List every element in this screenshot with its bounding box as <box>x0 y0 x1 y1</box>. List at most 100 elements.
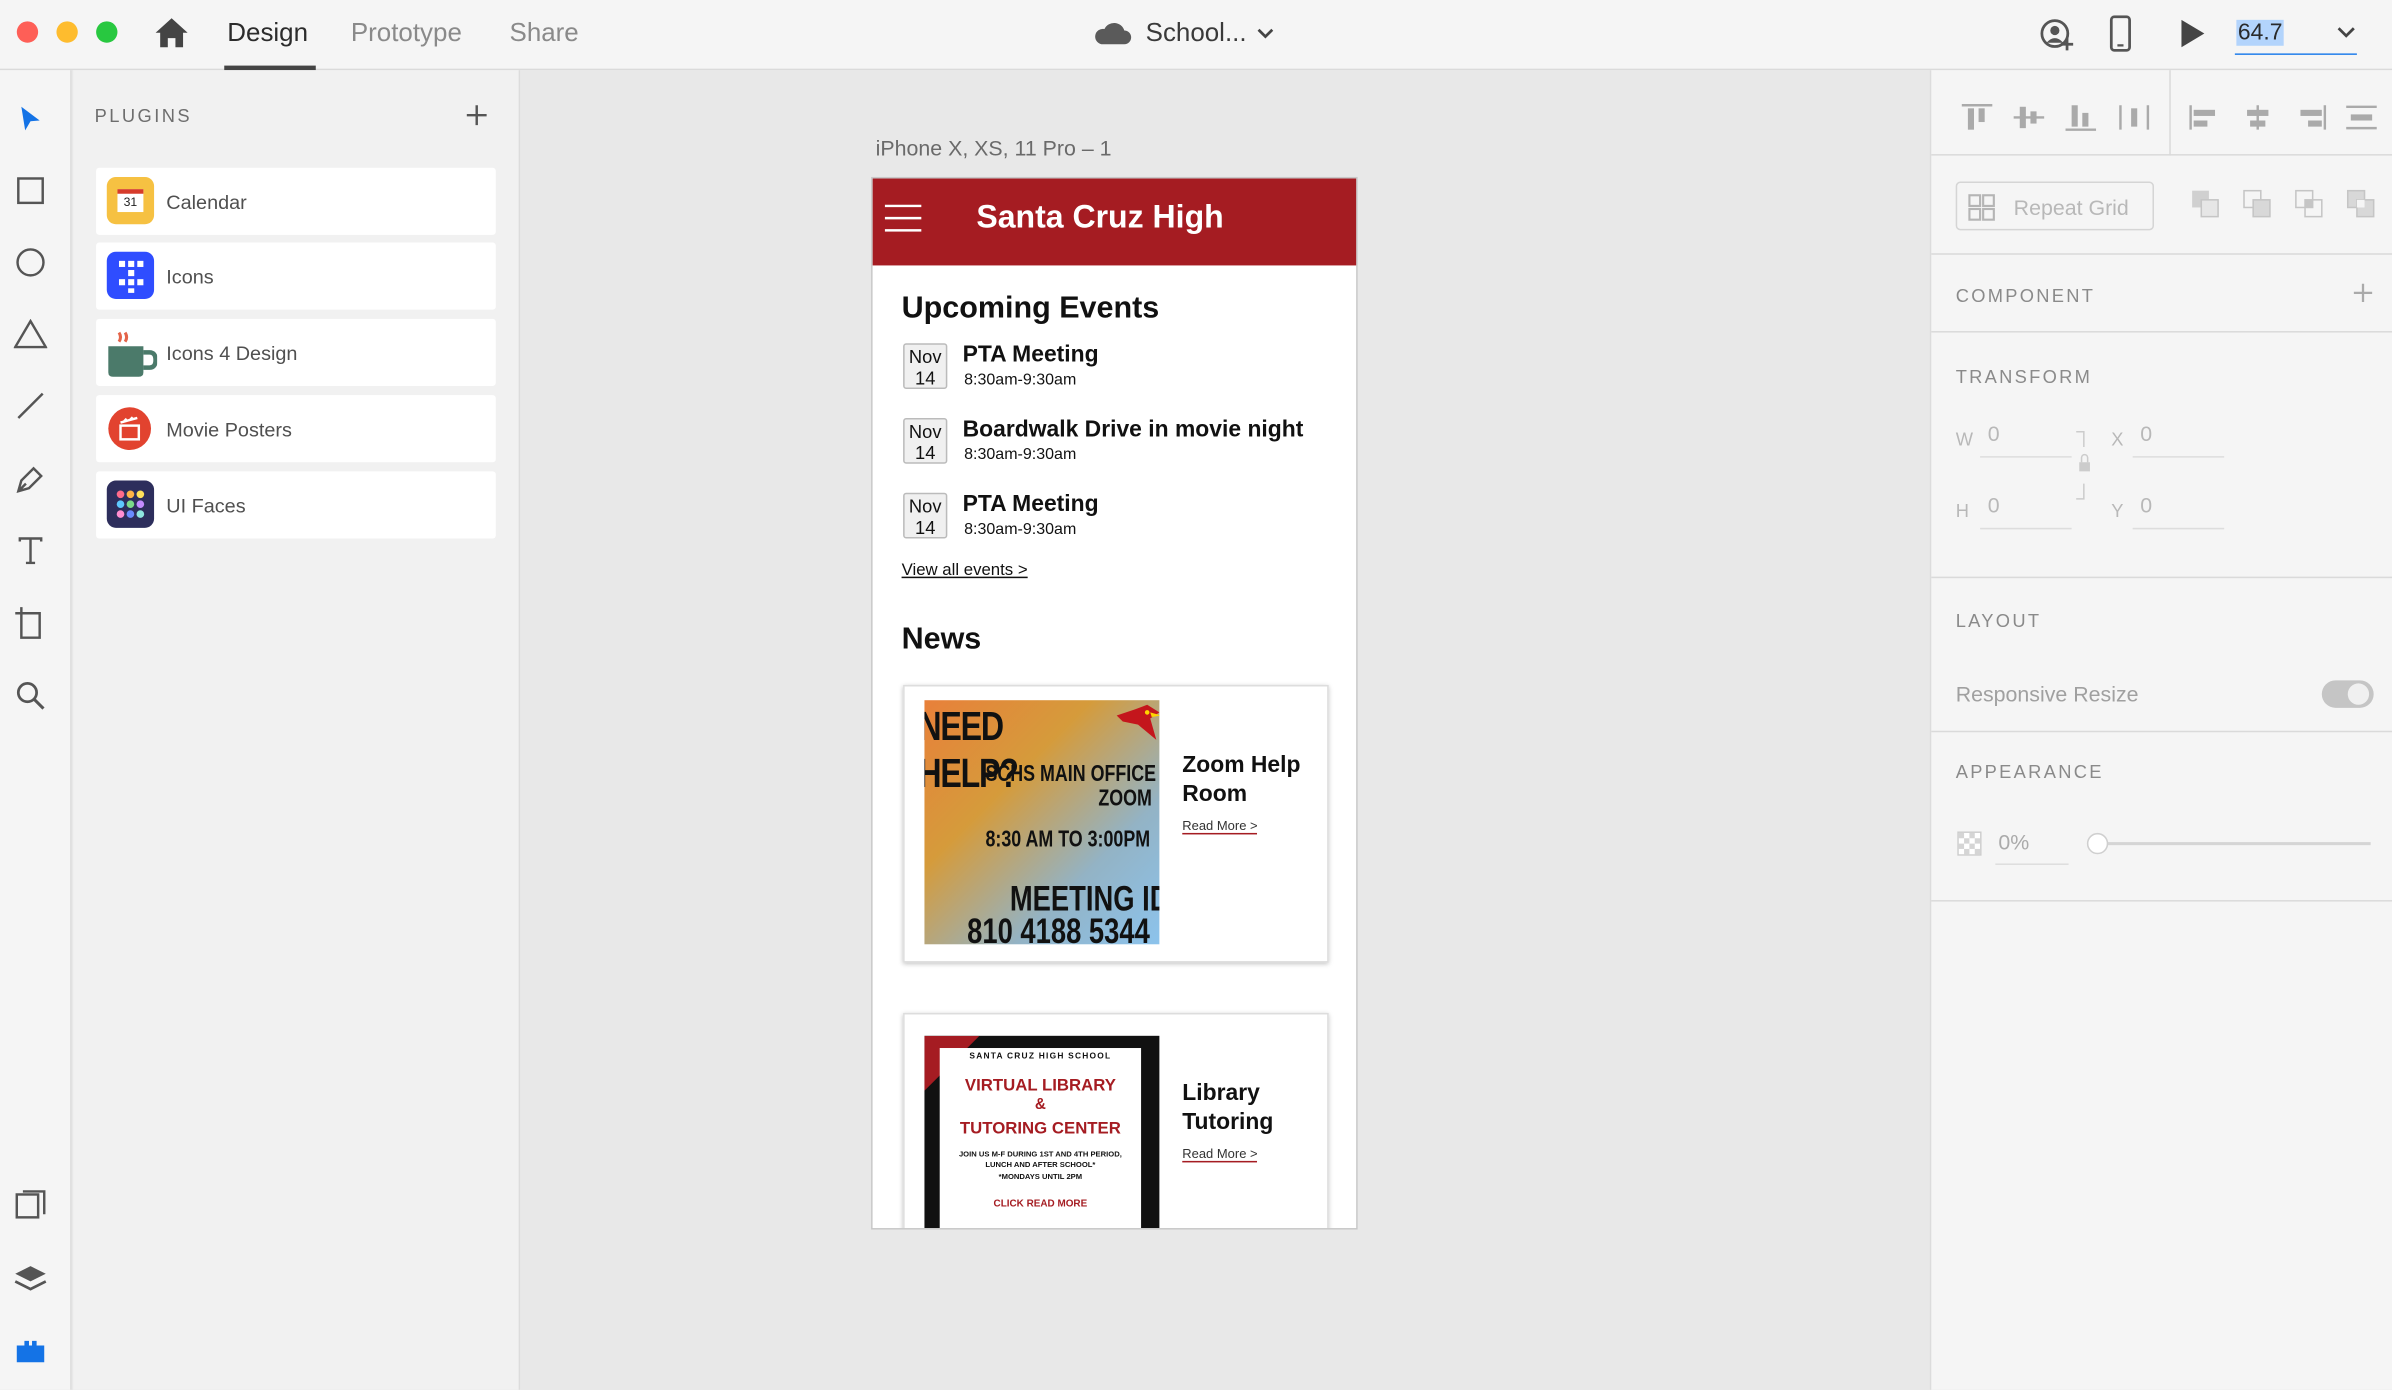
align-center-icon[interactable] <box>2241 104 2275 131</box>
layout-section-title: LAYOUT <box>1955 610 2042 632</box>
app-header-title: Santa Cruz High <box>976 199 1224 235</box>
poster-text: JOIN US M-F DURING 1ST AND 4TH PERIOD, L… <box>958 1150 1122 1171</box>
ellipse-tool[interactable] <box>12 244 49 281</box>
opacity-slider-thumb[interactable] <box>2086 832 2109 855</box>
polygon-tool[interactable] <box>12 316 49 353</box>
news-card[interactable]: NEED HELP? SCHS MAIN OFFICE ZOOM 8:30 AM… <box>903 684 1329 963</box>
artboard-icon <box>15 607 41 639</box>
x-input[interactable]: 0 <box>2132 415 2225 458</box>
opacity-slider-track[interactable] <box>2096 842 2371 846</box>
divider <box>2169 70 2171 156</box>
artboard-tool[interactable] <box>12 604 49 641</box>
pen-tool[interactable] <box>12 461 49 498</box>
coffee-cup-icon <box>107 328 158 377</box>
boolean-add-icon[interactable] <box>2191 189 2220 218</box>
tab-design[interactable]: Design <box>227 18 308 49</box>
zoom-tool[interactable] <box>12 677 49 714</box>
assets-panel-button[interactable] <box>12 1187 49 1224</box>
poster-text: *MONDAYS UNTIL 2PM <box>998 1173 1083 1183</box>
plugin-item-movie-posters[interactable]: Movie Posters <box>96 395 496 463</box>
x-label: X <box>2111 428 2124 451</box>
repeat-grid-button[interactable]: Repeat Grid <box>1955 181 2155 231</box>
boolean-exclude-icon[interactable] <box>2346 189 2375 218</box>
rectangle-icon <box>17 177 44 205</box>
zoom-field[interactable]: 64.7 <box>2234 17 2357 55</box>
y-input[interactable]: 0 <box>2132 487 2225 530</box>
news-title: Room <box>1182 781 1248 807</box>
title-bar: Design Prototype Share School... 64.7 <box>0 0 2392 71</box>
plugin-item-ui-faces[interactable]: UI Faces <box>96 471 496 539</box>
distribute-vertical-icon[interactable] <box>2345 104 2379 131</box>
plugin-item-label: UI Faces <box>166 494 246 518</box>
device-preview-icon[interactable] <box>2108 15 2132 52</box>
news-poster-image: SANTA CRUZ HIGH SCHOOL VIRTUAL LIBRARY &… <box>924 1035 1160 1229</box>
plugin-item-label: Calendar <box>166 190 247 214</box>
pen-icon <box>16 466 43 493</box>
poster-text: ZOOM <box>1098 785 1152 812</box>
align-bottom-icon[interactable] <box>2064 104 2098 131</box>
repeat-grid-icon <box>1968 194 1995 221</box>
minimize-window-button[interactable] <box>56 21 78 43</box>
height-input[interactable]: 0 <box>1980 487 2072 530</box>
poster-text: & <box>1034 1096 1046 1114</box>
plugin-item-icons-4-design[interactable]: Icons 4 Design <box>96 318 496 386</box>
add-component-icon[interactable] <box>2352 282 2373 303</box>
align-section <box>1931 70 2392 156</box>
maximize-window-button[interactable] <box>96 21 118 43</box>
read-more-link[interactable]: Read More > <box>1182 818 1258 835</box>
appearance-section: APPEARANCE 0% <box>1931 734 2392 902</box>
poster-text: TUTORING CENTER <box>959 1119 1121 1139</box>
poster-text: VIRTUAL LIBRARY <box>964 1077 1116 1096</box>
text-tool[interactable] <box>12 532 49 569</box>
align-left-icon[interactable] <box>2189 104 2223 131</box>
invite-person-icon[interactable] <box>2040 18 2077 52</box>
plugins-panel-button[interactable] <box>12 1332 49 1369</box>
layout-section: LAYOUT Responsive Resize <box>1931 580 2392 733</box>
icons-grid-icon <box>106 251 155 299</box>
distribute-horizontal-icon[interactable] <box>2117 104 2151 131</box>
repeat-grid-section: Repeat Grid <box>1931 157 2392 255</box>
opacity-input[interactable]: 0% <box>1995 824 2069 865</box>
width-input[interactable]: 0 <box>1980 415 2072 458</box>
close-window-button[interactable] <box>16 21 39 43</box>
tab-share[interactable]: Share <box>510 18 579 49</box>
events-heading: Upcoming Events <box>901 291 1160 325</box>
align-right-icon[interactable] <box>2293 104 2327 131</box>
plugin-item-icons[interactable]: Icons <box>96 242 496 310</box>
boolean-intersect-icon[interactable] <box>2294 189 2323 218</box>
document-title-menu[interactable]: School... <box>1092 15 1274 52</box>
responsive-resize-toggle[interactable] <box>2321 680 2374 708</box>
poster-text: CLICK READ MORE <box>993 1199 1088 1210</box>
event-title[interactable]: PTA Meeting <box>963 491 1099 517</box>
align-top-icon[interactable] <box>1960 104 1994 131</box>
lock-aspect-icon[interactable] <box>2075 426 2096 505</box>
boolean-subtract-icon[interactable] <box>2242 189 2271 218</box>
read-more-link[interactable]: Read More > <box>1182 1146 1258 1163</box>
hamburger-menu-icon[interactable] <box>884 204 922 232</box>
artboard-name[interactable]: iPhone X, XS, 11 Pro – 1 <box>876 136 1112 160</box>
home-icon[interactable] <box>154 17 189 49</box>
rectangle-tool[interactable] <box>12 172 49 209</box>
width-label: W <box>1955 428 1973 451</box>
event-title[interactable]: PTA Meeting <box>963 342 1099 368</box>
select-tool[interactable] <box>12 101 49 138</box>
assets-icon <box>15 1190 46 1219</box>
plugin-item-calendar[interactable]: 31 Calendar <box>96 167 496 235</box>
tab-prototype[interactable]: Prototype <box>351 18 462 49</box>
properties-panel: Repeat Grid COMPONENT TRANSFORM W 0 X 0 … <box>1929 70 2392 1390</box>
layers-panel-button[interactable] <box>12 1260 49 1297</box>
line-tool[interactable] <box>12 387 49 424</box>
line-icon <box>17 392 44 419</box>
artboard-iphone[interactable]: Santa Cruz High Upcoming Events Nov 14 PT… <box>871 176 1358 1230</box>
add-plugin-icon[interactable] <box>465 104 488 127</box>
news-card[interactable]: SANTA CRUZ HIGH SCHOOL VIRTUAL LIBRARY &… <box>903 1012 1329 1229</box>
toggle-knob <box>2347 683 2370 705</box>
event-title[interactable]: Boardwalk Drive in movie night <box>963 416 1304 442</box>
play-icon[interactable] <box>2178 18 2205 49</box>
dots-grid-icon <box>106 480 155 528</box>
align-middle-icon[interactable] <box>2012 104 2046 131</box>
magnifier-icon <box>16 682 45 710</box>
view-all-events-link[interactable]: View all events > <box>902 561 1028 579</box>
news-title: Zoom Help <box>1182 752 1301 779</box>
chevron-down-icon[interactable] <box>2337 26 2355 38</box>
